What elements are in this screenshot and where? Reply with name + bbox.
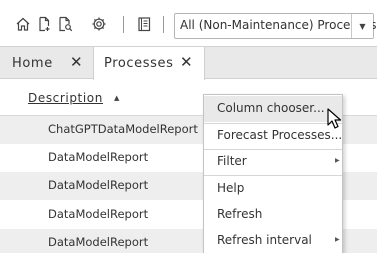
toolbar: All (Non-Maintenance) Processes ▼ (0, 0, 377, 46)
menu-item-refresh[interactable]: Refresh (204, 202, 342, 228)
close-icon[interactable]: ✕ (180, 53, 193, 71)
close-icon[interactable]: ✕ (70, 53, 83, 71)
process-filter-select[interactable]: All (Non-Maintenance) Processes ▼ (174, 13, 377, 39)
menu-item-label: Column chooser... (217, 101, 325, 115)
table-cell: DataModelReport (48, 235, 149, 249)
tab-home[interactable]: Home ✕ (12, 47, 90, 79)
submenu-arrow-icon: ▶ (335, 157, 340, 164)
menu-item-label: Filter (217, 154, 247, 168)
search-document-icon[interactable] (56, 15, 74, 33)
tab-bar: Home ✕ Processes ✕ (0, 46, 377, 80)
tab-label: Processes (104, 56, 174, 71)
menu-item-label: Forecast Processes... (217, 128, 343, 142)
menu-item-label: Refresh (217, 207, 263, 221)
tab-processes[interactable]: Processes ✕ (93, 47, 205, 80)
menu-item-label: Help (217, 181, 245, 195)
table-cell: DataModelReport (48, 178, 149, 192)
toolbar-divider (163, 16, 164, 33)
chevron-down-icon[interactable]: ▼ (351, 14, 373, 38)
menu-item-help[interactable]: Help (204, 176, 342, 202)
submenu-arrow-icon: ▶ (335, 236, 340, 243)
tab-label: Home (12, 55, 53, 71)
mouse-pointer-icon (327, 108, 343, 130)
sort-ascending-icon[interactable]: ▲ (114, 94, 119, 102)
table-cell: DataModelReport (48, 150, 149, 164)
column-header-description[interactable]: Description (28, 91, 103, 105)
new-document-icon[interactable] (35, 15, 53, 33)
menu-item-label: Refresh interval (217, 233, 312, 247)
gear-icon[interactable] (90, 15, 108, 33)
home-icon[interactable] (14, 15, 32, 33)
book-icon[interactable] (135, 15, 153, 33)
toolbar-divider (123, 16, 124, 33)
process-filter-value: All (Non-Maintenance) Processes (180, 18, 377, 32)
menu-item-forecast-processes[interactable]: Forecast Processes... (204, 123, 342, 149)
menu-item-filter[interactable]: Filter ▶ (204, 149, 342, 175)
context-menu: Column chooser... Forecast Processes... … (203, 94, 343, 253)
table-cell: DataModelReport (48, 207, 149, 221)
menu-item-refresh-interval[interactable]: Refresh interval ▶ (204, 228, 342, 253)
menu-item-column-chooser[interactable]: Column chooser... (204, 96, 342, 122)
table-cell: ChatGPTDataModelReport (48, 122, 198, 136)
